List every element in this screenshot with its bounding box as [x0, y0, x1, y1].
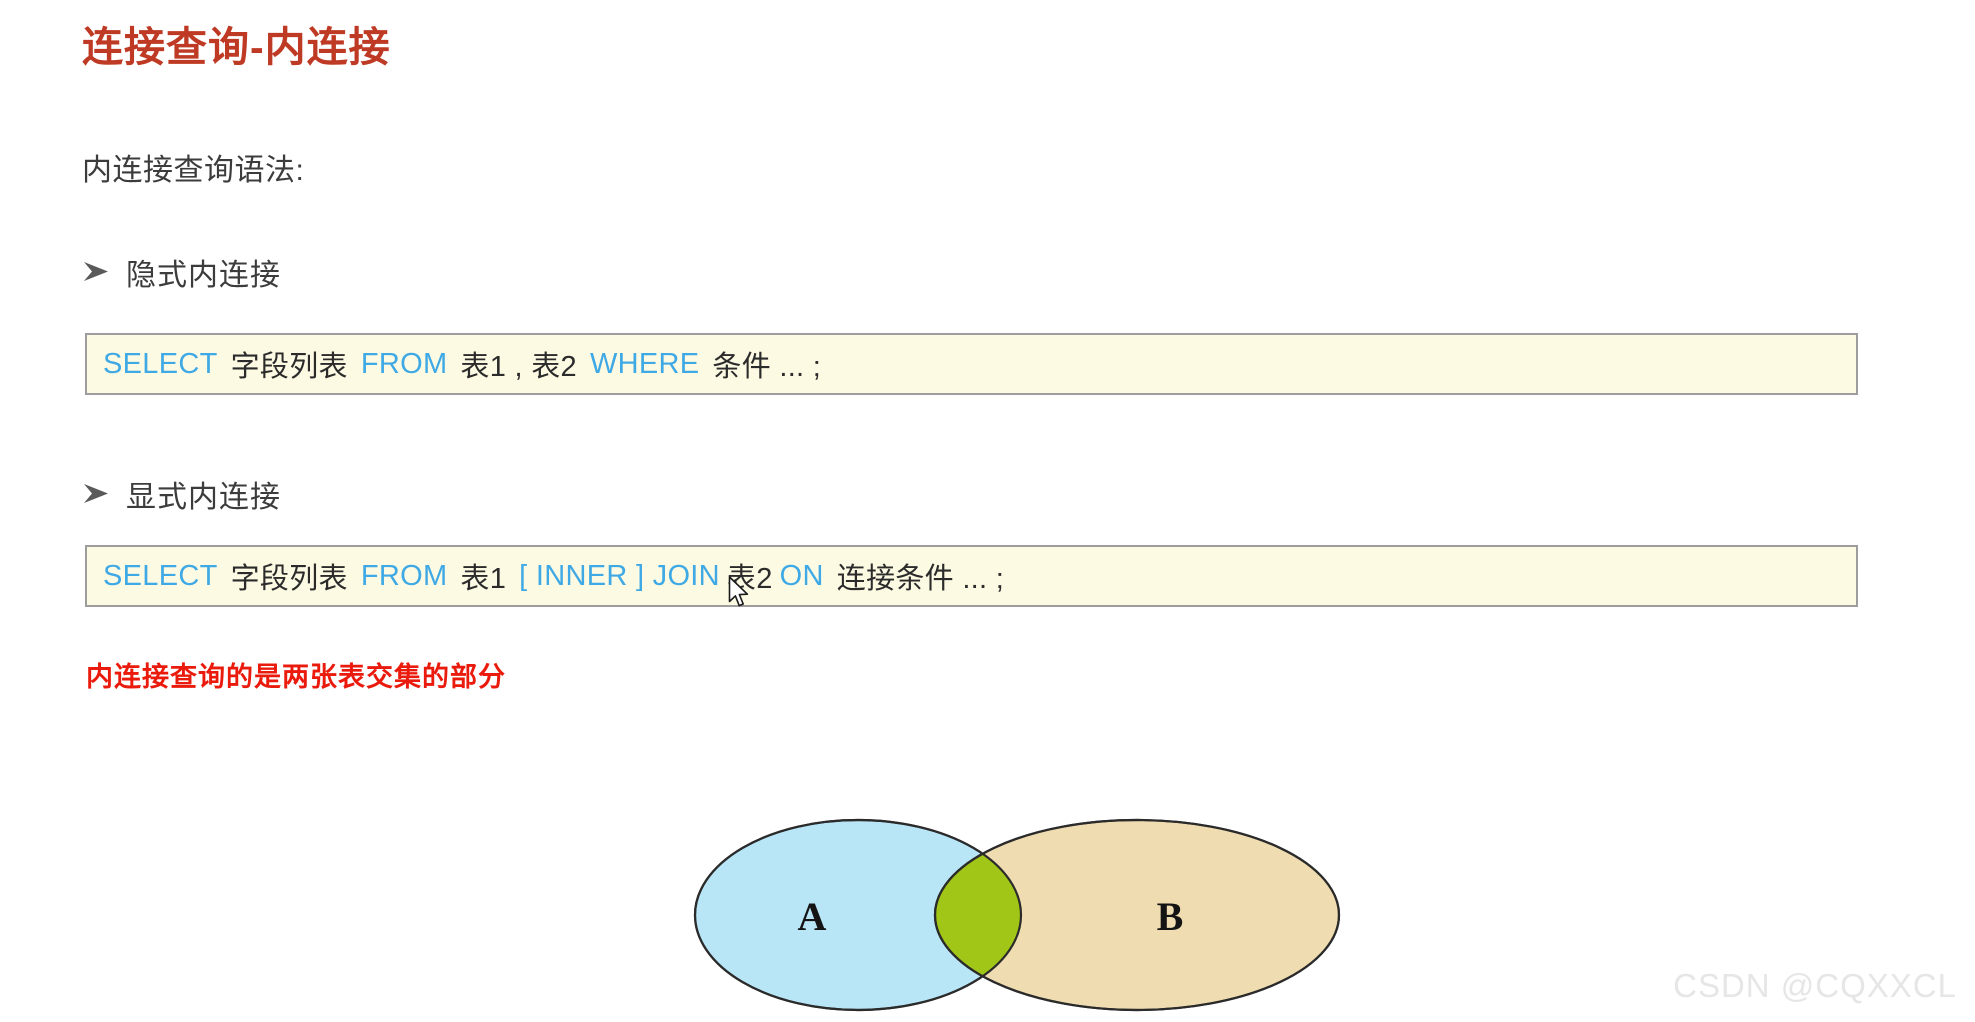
bullet-item-explicit-join: 显式内连接: [82, 472, 281, 516]
arrow-bullet-icon: [82, 255, 120, 289]
page-title: 连接查询-内连接: [82, 24, 391, 70]
venn-diagram: A B: [690, 812, 1350, 1022]
sql-condition: 条件 ... ;: [712, 351, 822, 383]
arrow-bullet-icon: [82, 477, 120, 511]
venn-label-b: B: [1157, 894, 1184, 939]
sql-keyword-on: ON: [779, 559, 824, 592]
sql-table-one: 表1: [460, 563, 507, 595]
watermark: CSDN @CQXXCL: [1673, 967, 1957, 1004]
sql-field-list: 字段列表: [230, 563, 348, 595]
sql-field-list: 字段列表: [230, 351, 348, 383]
bullet-label-explicit-join: 显式内连接: [126, 481, 281, 514]
code-block-explicit-join: SELECT 字段列表 FROM 表1 [ INNER ] JOIN 表2 ON…: [85, 545, 1858, 607]
code-block-implicit-join: SELECT 字段列表 FROM 表1 , 表2 WHERE 条件 ... ;: [85, 333, 1858, 395]
sql-table-list: 表1 , 表2: [460, 351, 577, 383]
bullet-label-implicit-join: 隐式内连接: [126, 259, 281, 292]
syntax-intro-text: 内连接查询语法:: [82, 154, 305, 187]
sql-table-two: 表2: [726, 563, 773, 595]
sql-keyword-select: SELECT: [103, 559, 218, 592]
sql-keyword-inner-join: [ INNER ] JOIN: [519, 559, 720, 592]
slide-canvas: 连接查询-内连接 内连接查询语法: 隐式内连接 SELECT 字段列表 FROM…: [0, 0, 1975, 1015]
bullet-item-implicit-join: 隐式内连接: [82, 250, 281, 294]
highlight-note: 内连接查询的是两张表交集的部分: [86, 662, 506, 692]
sql-keyword-from: FROM: [360, 347, 448, 380]
sql-keyword-from: FROM: [360, 559, 448, 592]
sql-keyword-where: WHERE: [589, 347, 700, 380]
sql-join-condition: 连接条件 ... ;: [836, 563, 1005, 595]
venn-label-a: A: [798, 894, 827, 939]
sql-keyword-select: SELECT: [103, 347, 218, 380]
